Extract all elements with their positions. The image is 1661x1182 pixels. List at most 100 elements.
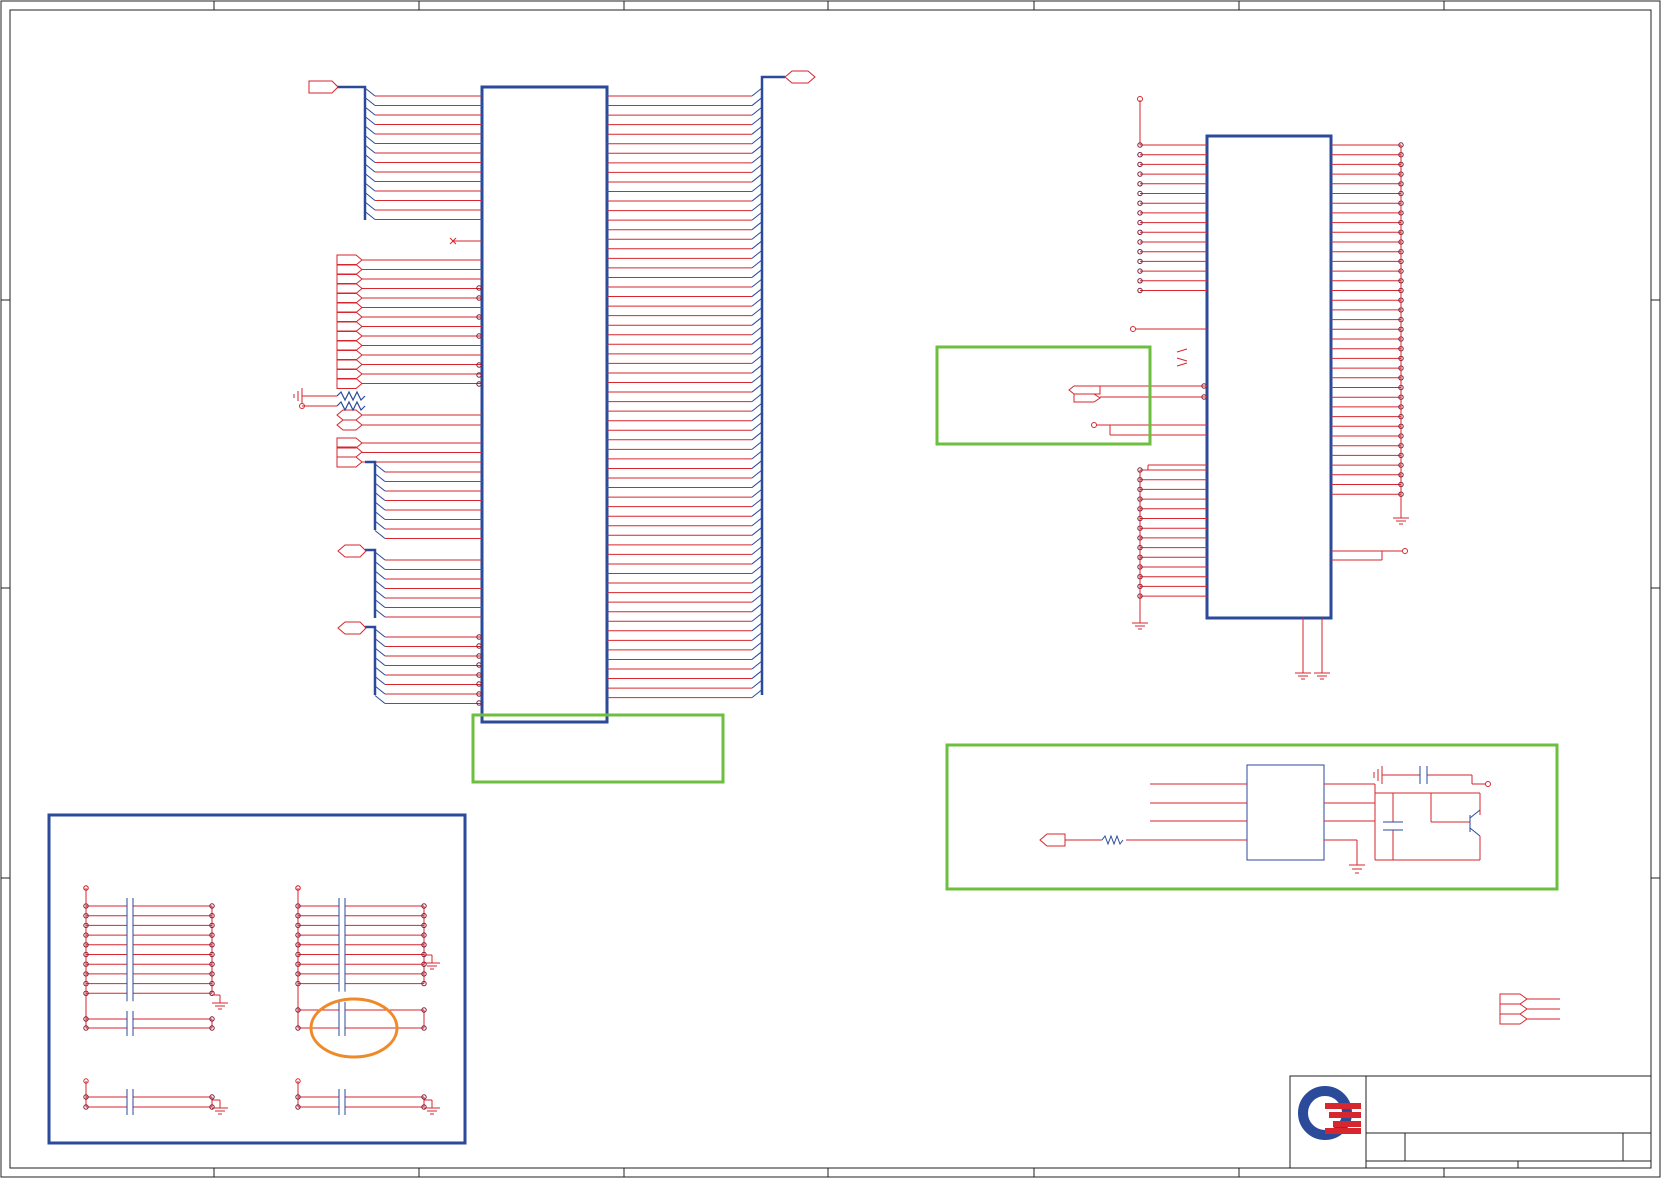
bus-entry [751, 593, 763, 603]
company-logo-icon [1298, 1086, 1361, 1140]
u1-right-bus [760, 75, 785, 695]
bus-entry [751, 498, 763, 508]
bus-entry [751, 335, 763, 345]
bus-entry [751, 651, 763, 660]
schematic-drawing [0, 0, 1661, 1178]
ic-u1-body [480, 85, 609, 724]
bus-entry [751, 192, 763, 202]
bus-entry [374, 608, 386, 618]
bus-entry [364, 116, 376, 125]
offpage-connector-icon [337, 621, 367, 635]
offpage-connector-icon [336, 340, 363, 351]
bus-entry [751, 612, 763, 622]
highlight-box-reset-circuit [945, 743, 1559, 891]
bus-entry [364, 211, 376, 220]
bus-entry [751, 412, 763, 422]
bus-entry [751, 297, 763, 307]
bus-entry [374, 638, 386, 647]
bus-entry [751, 402, 763, 412]
bus-entry [751, 507, 763, 517]
offpage-connector-icon [336, 368, 363, 380]
bus-entry [364, 106, 376, 116]
offpage-connector-icon [784, 70, 816, 84]
bus-entry [751, 355, 763, 364]
offpage-connector-icon [336, 311, 363, 323]
bus-entry [374, 657, 386, 666]
u2-misc [1068, 96, 1408, 665]
bus-entry [364, 192, 376, 201]
bus-entry [374, 580, 386, 589]
bus-entry [751, 97, 763, 106]
bus-entry [364, 135, 376, 144]
bus-entry [751, 574, 763, 584]
bus-entry [751, 660, 763, 670]
offpage-connector-icon [336, 254, 363, 266]
bus-entry [364, 125, 376, 135]
reset-circuit [1039, 764, 1491, 874]
bus-entry [364, 87, 376, 97]
bus-entry [751, 565, 763, 574]
bus-entry [751, 603, 763, 613]
bus-entry [751, 689, 763, 699]
highlight-box-u2-left [935, 345, 1152, 446]
offpage-connector-icon [336, 359, 363, 370]
ic-u2-body [1205, 134, 1333, 620]
ic-u2 [1205, 134, 1333, 620]
bus-entry [751, 307, 763, 317]
bus-left-top [337, 85, 367, 220]
offpage-connector-icon [336, 321, 363, 332]
u1-pullup-resistors [336, 390, 366, 412]
ic-u1 [480, 85, 609, 724]
resistor-icon [1101, 834, 1124, 846]
schematic-sheet [0, 0, 1661, 1178]
bus-entry [751, 421, 763, 431]
u1-left-ground [293, 388, 337, 409]
bus-entry [751, 393, 763, 402]
offpage-connector-icon [308, 80, 339, 94]
bus-entry [751, 144, 763, 154]
resistor-icon [336, 390, 366, 402]
ic-u1-right-pins [607, 87, 763, 699]
bus-entry [751, 622, 763, 632]
offpage-connector-icon [337, 544, 367, 558]
offpage-connector-icon [336, 378, 363, 389]
offpage-connector-icon [1073, 393, 1101, 403]
offpage-connector-icon [1499, 1013, 1528, 1025]
bus-entry [751, 526, 763, 536]
highlight-box-u1-bottom [471, 713, 725, 784]
bus-entry [364, 182, 376, 192]
offpage-connector-icon [336, 349, 363, 361]
bus-entry [751, 125, 763, 135]
bus-entry [374, 520, 386, 530]
u2-ground-symbols [1132, 510, 1409, 680]
offpage-connector-icon [336, 302, 363, 313]
bus-entry [751, 374, 763, 383]
offpage-connector-icon [336, 456, 363, 468]
bus-entry [751, 555, 763, 565]
bus-entry [364, 144, 376, 154]
bus-entry [364, 201, 376, 211]
offpage-connector-icon [336, 283, 363, 294]
bus-entry [374, 561, 386, 570]
bus-entry [751, 202, 763, 211]
bus-entry [751, 183, 763, 192]
offpage-connector-icon [336, 419, 363, 431]
bus-entry [751, 154, 763, 164]
ic-u3-body [1246, 764, 1325, 861]
decoupling-capacitor-banks [83, 885, 440, 1115]
bus-entry [364, 97, 376, 106]
offpage-connector-icon [336, 292, 363, 304]
u1-offpage-connectors [308, 70, 816, 635]
bus-entry [364, 173, 376, 182]
bus-entry [374, 628, 386, 638]
ic-u1-left-pins [362, 87, 482, 706]
bus-entry [751, 460, 763, 469]
bus-entry [374, 570, 386, 580]
bus-entry [751, 249, 763, 259]
bus-entry [751, 135, 763, 145]
bus-entry [374, 482, 386, 492]
bus-left-bottom [365, 625, 377, 695]
bus-entry [751, 230, 763, 240]
bus-entry [751, 431, 763, 441]
bus-left-mid-b [365, 548, 377, 618]
